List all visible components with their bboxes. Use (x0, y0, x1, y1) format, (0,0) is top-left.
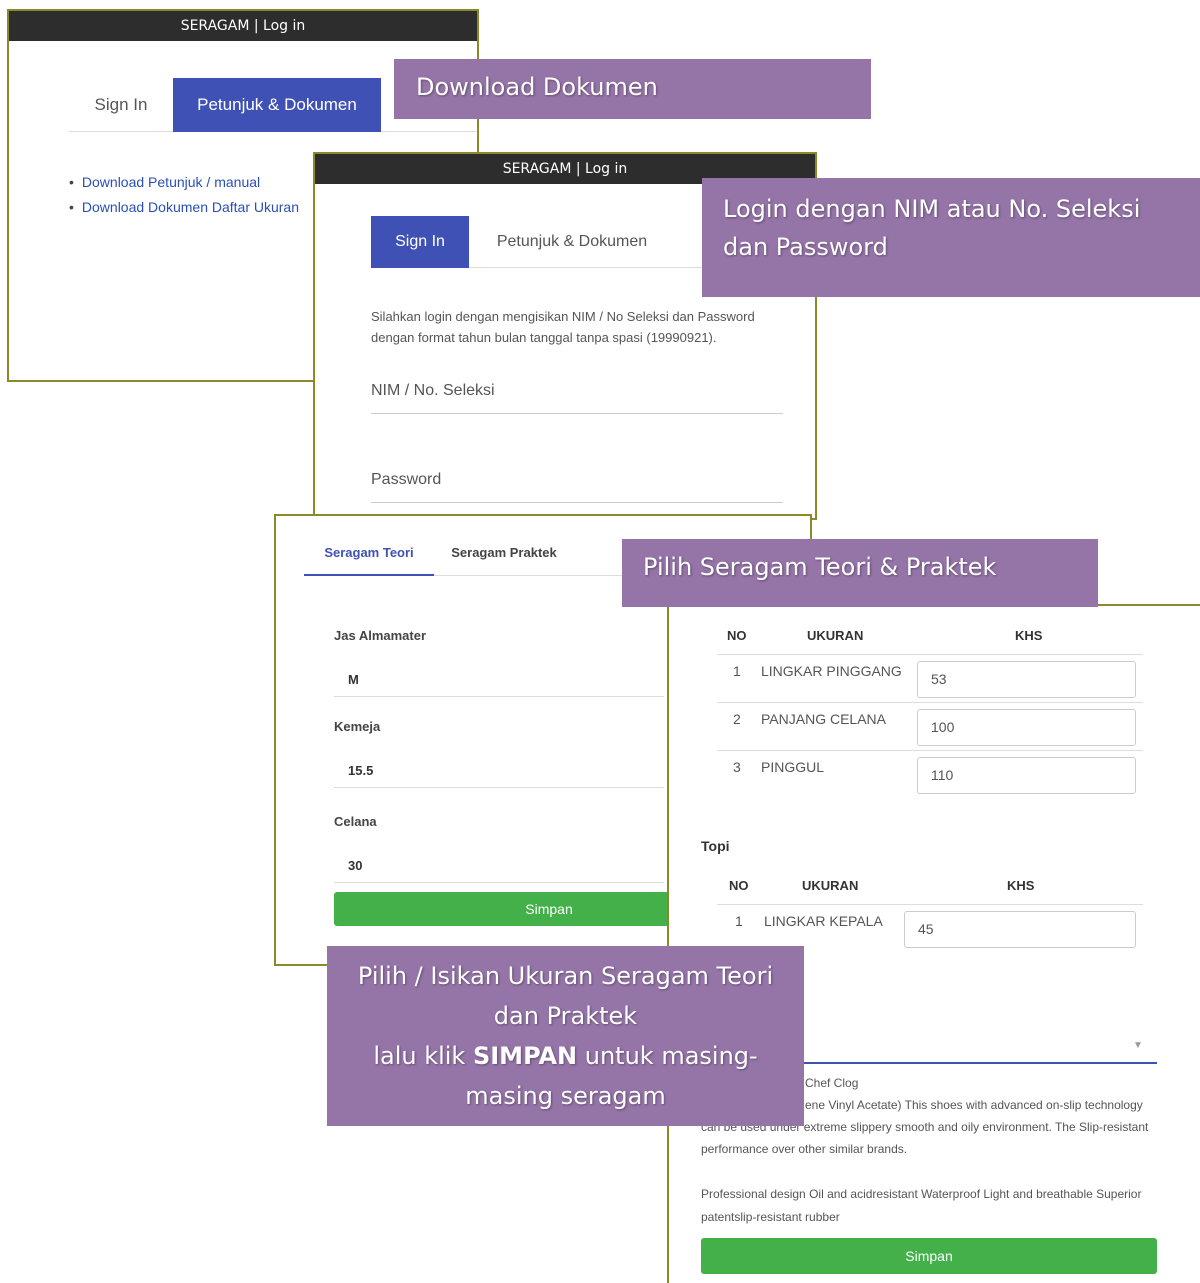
khs-input[interactable]: 110 (917, 757, 1136, 794)
col-header-no: NO (729, 878, 749, 893)
tab-petunjuk-dokumen[interactable]: Petunjuk & Dokumen (173, 78, 381, 132)
khs-input[interactable]: 45 (904, 911, 1136, 948)
row-no: 3 (733, 759, 741, 775)
annotation-text: masing seragam (465, 1082, 666, 1110)
nim-input[interactable]: NIM / No. Seleksi (371, 376, 783, 414)
product-title: Chef Clog (805, 1076, 859, 1090)
tab-sign-in[interactable]: Sign In (69, 78, 173, 132)
col-header-ukuran: UKURAN (802, 878, 859, 893)
annotation-text-line: lalu klik SIMPAN untuk masing- (327, 1036, 804, 1076)
annotation-text: untuk masing- (577, 1042, 758, 1070)
table-row: 1 LINGKAR PINGGANG 53 (717, 654, 1143, 702)
product-desc-line: ene Vinyl Acetate) This shoes with advan… (805, 1098, 1143, 1112)
annotation-text: lalu klik (373, 1042, 473, 1070)
table-row: 2 PANJANG CELANA 100 (717, 702, 1143, 750)
annotation-text: dan Praktek (493, 1002, 638, 1030)
label-kemeja: Kemeja (334, 719, 381, 734)
chevron-down-icon[interactable]: ▼ (1133, 1040, 1143, 1051)
label-celana: Celana (334, 814, 377, 829)
col-header-no: NO (727, 628, 747, 643)
row-ukuran: PANJANG CELANA (761, 711, 886, 727)
label-jas-almamater: Jas Almamater (334, 628, 427, 643)
row-no: 1 (733, 663, 741, 679)
annotation-text: dan Password (723, 233, 888, 261)
row-no: 1 (735, 913, 743, 929)
select-jas-almamater[interactable]: M (334, 667, 664, 697)
section-title-topi: Topi (701, 838, 730, 854)
login-instructions: Silahkan login dengan mengisikan NIM / N… (371, 309, 755, 345)
window-titlebar: SERAGAM | Log in (9, 11, 477, 41)
link-download-petunjuk[interactable]: Download Petunjuk / manual (69, 174, 299, 190)
row-ukuran: LINGKAR PINGGANG (761, 663, 902, 679)
select-celana[interactable]: 30 (334, 853, 664, 883)
annotation-pilih: Pilih Seragam Teori & Praktek (622, 539, 1098, 607)
annotation-text: Pilih / Isikan Ukuran Seragam Teori (357, 962, 774, 990)
tab-seragam-teori[interactable]: Seragam Teori (304, 540, 434, 576)
row-ukuran: LINGKAR KEPALA (764, 913, 883, 929)
product-desc-line: Professional design Oil and acidresistan… (701, 1187, 1142, 1201)
khs-input[interactable]: 53 (917, 661, 1136, 698)
row-ukuran: PINGGUL (761, 759, 825, 775)
khs-input[interactable]: 100 (917, 709, 1136, 746)
col-header-ukuran: UKURAN (807, 628, 864, 643)
window-ukuran-detail: NO UKURAN KHS 1 LINGKAR PINGGANG 53 2 PA… (667, 604, 1200, 1283)
table-row: 3 PINGGUL 110 (717, 750, 1143, 798)
link-download-daftar-ukuran[interactable]: Download Dokumen Daftar Ukuran (69, 199, 299, 215)
save-button[interactable]: Simpan (701, 1238, 1157, 1274)
password-input[interactable]: Password (371, 465, 783, 503)
col-header-khs: KHS (1007, 878, 1035, 893)
annotation-download: Download Dokumen (394, 59, 871, 119)
row-no: 2 (733, 711, 741, 727)
table-row: 1 LINGKAR KEPALA 45 (717, 904, 1143, 952)
annotation-text: Pilih Seragam Teori & Praktek (643, 553, 997, 581)
annotation-text: Download Dokumen (416, 73, 658, 101)
tab-sign-in[interactable]: Sign In (371, 216, 469, 268)
product-desc-line: performance over other similar brands. (701, 1142, 908, 1156)
col-header-khs: KHS (1015, 628, 1043, 643)
annotation-emphasis: SIMPAN (472, 1042, 578, 1070)
annotation-text: Login dengan NIM atau No. Seleksi (723, 195, 1141, 223)
tab-seragam-praktek[interactable]: Seragam Praktek (434, 540, 574, 576)
product-desc-line: patentslip-resistant rubber (701, 1210, 840, 1224)
annotation-login: Login dengan NIM atau No. Seleksi dan Pa… (702, 178, 1200, 297)
download-links: Download Petunjuk / manual Download Doku… (69, 174, 299, 224)
tab-petunjuk-dokumen[interactable]: Petunjuk & Dokumen (469, 216, 675, 268)
select-kemeja[interactable]: 15.5 (334, 758, 664, 788)
annotation-isikan: Pilih / Isikan Ukuran Seragam Teori dan … (327, 946, 804, 1126)
